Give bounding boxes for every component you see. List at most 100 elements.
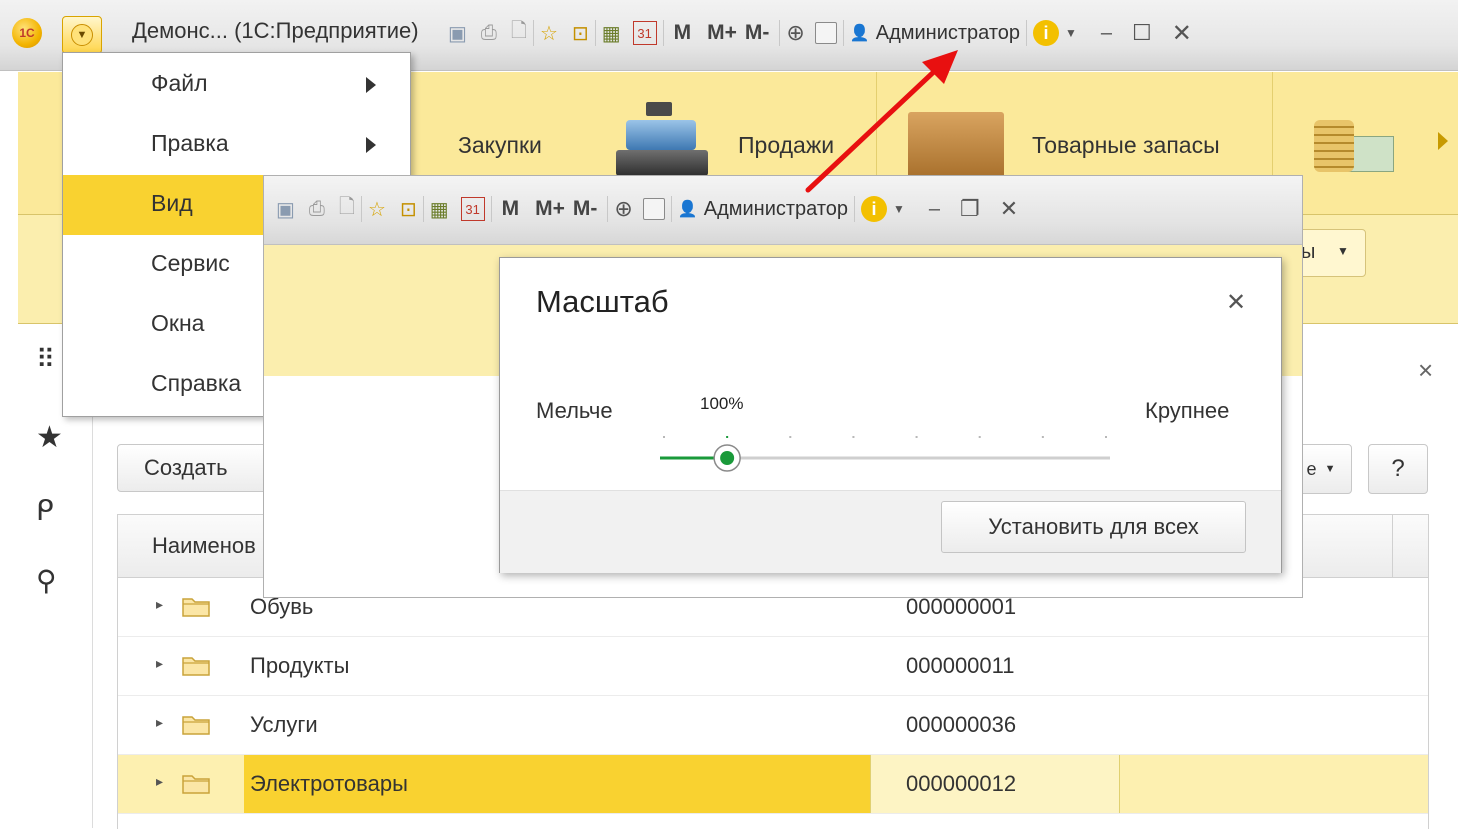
slider-tick (978, 436, 981, 438)
scale-slider[interactable] (660, 432, 1110, 480)
restore-icon[interactable]: ❐ (960, 196, 980, 222)
minimize-icon[interactable]: – (929, 196, 940, 222)
info-icon[interactable]: i (1033, 20, 1060, 46)
print-icon[interactable]: ⎙ (481, 20, 497, 46)
cell-code: 000000011 (906, 653, 1015, 678)
memory-m-button[interactable]: M (674, 21, 692, 45)
table-row[interactable]: ▸ Продукты 000000011 (118, 637, 1428, 696)
print-preview-icon[interactable]: 🗋 (339, 196, 355, 222)
memory-plus-button[interactable]: M+ (535, 197, 565, 221)
smaller-label: Мельче (536, 398, 613, 423)
expand-arrow-icon[interactable]: ▸ (156, 714, 163, 731)
menu-item-label: Сервис (151, 250, 230, 276)
favorites-add-icon[interactable]: ☆ (368, 196, 386, 222)
save-icon[interactable]: ▣ (276, 196, 295, 222)
favorites-add-icon[interactable]: ☆ (540, 20, 558, 46)
form-close-icon[interactable]: × (1418, 355, 1433, 386)
menu-item-1[interactable]: Файл (63, 55, 410, 115)
panels-icon[interactable] (642, 196, 665, 222)
folder-icon (182, 713, 210, 735)
cell-name: Услуги (250, 712, 318, 737)
info-menu-chevron-icon[interactable]: ▼ (893, 196, 905, 222)
favorites-star-icon[interactable]: ★ (36, 420, 63, 455)
minimize-icon[interactable]: – (1101, 20, 1112, 46)
zoom-icon[interactable]: ⊕ (614, 196, 632, 222)
slider-tick (1105, 436, 1107, 438)
calendar-icon[interactable]: 31 (460, 197, 485, 221)
memory-plus-button[interactable]: M+ (707, 21, 737, 45)
column-header-name[interactable]: Наименов (152, 533, 256, 559)
folder-icon (182, 654, 210, 676)
memory-minus-button[interactable]: M- (745, 21, 770, 45)
expand-arrow-icon[interactable]: ▸ (156, 596, 163, 613)
current-user[interactable]: Администратор (876, 22, 1020, 45)
window-title: Демонс... (1С:Предприятие) (132, 18, 419, 43)
set-for-all-button[interactable]: Установить для всех (941, 501, 1246, 553)
menu-item-label: Справка (151, 370, 242, 396)
slider-tick (726, 436, 729, 438)
zoomed-toolbar: ▣ ⎙ 🗋 ☆ ⊡ ▦ 31 M M+ M- ⊕ 👤 Администратор… (276, 196, 1018, 222)
favorites-icon[interactable]: ⊡ (400, 196, 417, 222)
dialog-close-icon[interactable]: ✕ (1226, 288, 1246, 317)
zoom-icon[interactable]: ⊕ (786, 20, 804, 46)
larger-label: Крупнее (1145, 398, 1230, 423)
current-user[interactable]: Администратор (704, 198, 848, 221)
memory-minus-button[interactable]: M- (573, 197, 598, 221)
main-menu-button[interactable]: ▼ (62, 16, 102, 54)
calculator-icon[interactable]: ▦ (602, 20, 621, 46)
search-icon[interactable]: ⚲ (36, 564, 57, 597)
table-row[interactable]: ▸ Услуги 000000036 (118, 696, 1428, 755)
calculator-icon[interactable]: ▦ (430, 196, 449, 222)
panels-icon[interactable] (814, 20, 837, 46)
stock-box-icon (908, 112, 1004, 178)
expand-arrow-icon[interactable]: ▸ (156, 773, 163, 790)
info-menu-chevron-icon[interactable]: ▼ (1065, 20, 1077, 46)
slider-tick (1041, 436, 1044, 438)
folder-icon (182, 595, 210, 617)
scale-value-label: 100% (700, 394, 744, 413)
slider-tick (789, 436, 792, 438)
folder-icon (182, 772, 210, 794)
slider-tick (663, 436, 665, 438)
print-preview-icon[interactable]: 🗋 (511, 20, 527, 46)
calendar-icon[interactable]: 31 (632, 21, 657, 45)
chevron-down-icon: ▼ (1337, 244, 1349, 258)
cell-name: Продукты (250, 653, 350, 678)
table-row[interactable]: ▸ Электротовары 000000012 (118, 755, 1428, 814)
dialog-title: Масштаб (536, 284, 669, 319)
cell-code: 000000012 (906, 771, 1017, 796)
expand-arrow-icon[interactable]: ▸ (156, 655, 163, 672)
more-button-label: е (1306, 458, 1317, 479)
section-purchases[interactable]: Закупки (458, 132, 542, 159)
menu-item-label: Вид (151, 190, 193, 216)
maximize-icon[interactable]: ☐ (1132, 20, 1152, 46)
cell-code: 000000036 (906, 712, 1017, 737)
scale-dialog: Масштаб ✕ Мельче 100% Крупнее Установить… (499, 257, 1282, 573)
save-icon[interactable]: ▣ (448, 20, 467, 46)
print-icon[interactable]: ⎙ (309, 196, 325, 222)
main-toolbar: ▣ ⎙ 🗋 ☆ ⊡ ▦ 31 M M+ M- ⊕ 👤 Администратор… (448, 20, 1192, 47)
cell-name: Электротовары (250, 771, 408, 796)
info-icon[interactable]: i (861, 196, 888, 222)
favorites-icon[interactable]: ⊡ (572, 20, 589, 46)
apps-grid-icon[interactable]: ⠿ (36, 344, 55, 375)
money-coins-icon (1308, 106, 1394, 178)
slider-tick (915, 436, 918, 438)
table-body: ▸ Обувь 000000001 ▸ Продукты 000000011 ▸ Услуги… (118, 578, 1428, 814)
user-icon: 👤 (677, 201, 698, 218)
sales-cash-register-icon (616, 102, 708, 178)
menu-item-2[interactable]: Правка (63, 115, 410, 175)
close-icon[interactable]: ✕ (1172, 20, 1192, 47)
section-sales[interactable]: Продажи (738, 132, 834, 159)
slider-tick (852, 436, 855, 438)
app-logo-icon: 1С (12, 18, 42, 48)
close-icon[interactable]: ✕ (1000, 196, 1018, 222)
history-icon[interactable]: ᑭ (36, 494, 54, 527)
memory-m-button[interactable]: M (502, 197, 520, 221)
zoomed-title-bar: ▣ ⎙ 🗋 ☆ ⊡ ▦ 31 M M+ M- ⊕ 👤 Администратор… (264, 176, 1302, 245)
user-icon: 👤 (849, 25, 870, 42)
help-button[interactable]: ? (1368, 444, 1428, 494)
sections-next-arrow-icon[interactable] (1438, 132, 1448, 150)
menu-item-label: Окна (151, 310, 205, 336)
section-stock[interactable]: Товарные запасы (1032, 132, 1220, 159)
